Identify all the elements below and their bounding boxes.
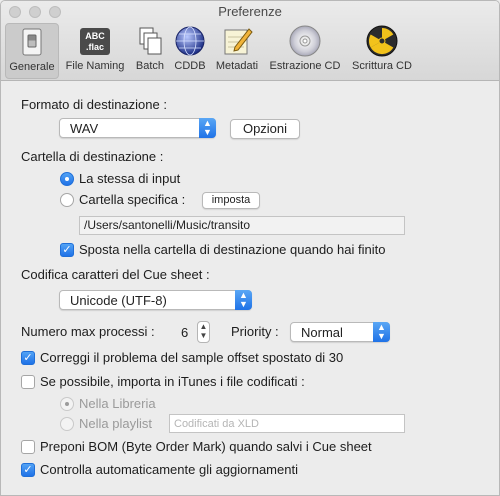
set-folder-button[interactable]: imposta [202, 192, 260, 209]
tab-label: Scrittura CD [352, 60, 412, 72]
output-format-value: WAV [70, 121, 99, 136]
radio-same-as-input[interactable] [60, 172, 74, 186]
auto-update-label: Controlla automaticamente gli aggiorname… [40, 462, 298, 477]
notepad-pencil-icon [221, 25, 253, 57]
playlist-name-field[interactable]: Codificati da XLD [169, 414, 405, 433]
tab-label: Estrazione CD [269, 60, 341, 72]
radio-same-label: La stessa di input [79, 171, 181, 186]
priority-value: Normal [301, 325, 343, 340]
abc-text: ABC [85, 31, 105, 41]
fix-offset-label: Correggi il problema del sample offset s… [40, 350, 344, 365]
priority-popup[interactable]: Normal ▲ ▼ [290, 322, 390, 342]
cd-icon [289, 25, 321, 57]
max-processes-label: Numero max processi : [21, 324, 155, 339]
tab-batch[interactable]: Batch [132, 23, 168, 79]
radio-in-playlist-label: Nella playlist [79, 416, 152, 431]
chevron-updown-icon: ▲ ▼ [235, 290, 252, 310]
switch-icon [16, 26, 48, 58]
documents-icon [134, 25, 166, 57]
globe-icon [174, 25, 206, 57]
tab-estrazione-cd[interactable]: Estrazione CD [265, 23, 345, 79]
chevron-updown-icon: ▲ ▼ [373, 322, 390, 342]
max-processes-stepper[interactable]: ▲ ▼ [197, 321, 210, 343]
output-format-label: Formato di destinazione : [21, 97, 167, 112]
window-title: Preferenze [218, 4, 282, 19]
tab-label: CDDB [174, 60, 206, 72]
tab-label: Batch [135, 60, 165, 72]
radio-in-playlist[interactable] [60, 417, 74, 431]
tab-generale[interactable]: Generale [5, 23, 59, 79]
destination-path-field: /Users/santonelli/Music/transito [79, 216, 405, 235]
radio-in-library[interactable] [60, 397, 74, 411]
cue-encoding-popup[interactable]: Unicode (UTF-8) ▲ ▼ [59, 290, 252, 310]
tab-label: File Naming [65, 60, 125, 72]
auto-update-checkbox[interactable]: ✓ [21, 463, 35, 477]
radio-in-library-label: Nella Libreria [79, 396, 156, 411]
chevron-updown-icon: ▲ ▼ [199, 118, 216, 138]
import-itunes-checkbox[interactable] [21, 375, 35, 389]
fix-offset-checkbox[interactable]: ✓ [21, 351, 35, 365]
options-button[interactable]: Opzioni [230, 119, 300, 139]
move-to-destination-label: Sposta nella cartella di destinazione qu… [79, 242, 386, 257]
burn-icon [366, 25, 398, 57]
tab-scrittura-cd[interactable]: Scrittura CD [347, 23, 417, 79]
tab-label: Generale [9, 61, 55, 73]
priority-label: Priority : [231, 324, 279, 339]
bom-label: Preponi BOM (Byte Order Mark) quando sal… [40, 439, 372, 454]
bom-checkbox[interactable] [21, 440, 35, 454]
titlebar: Preferenze Generale ABC .flac File Namin… [1, 1, 499, 81]
tab-cddb[interactable]: CDDB [172, 23, 208, 79]
tab-file-naming[interactable]: ABC .flac File Naming [62, 23, 128, 79]
flac-text: .flac [86, 42, 104, 52]
preferences-window: Preferenze Generale ABC .flac File Namin… [0, 0, 500, 496]
tab-label: Metadati [215, 60, 259, 72]
move-to-destination-checkbox[interactable]: ✓ [60, 243, 74, 257]
cue-encoding-value: Unicode (UTF-8) [70, 293, 167, 308]
output-format-popup[interactable]: WAV ▲ ▼ [59, 118, 216, 138]
abc-flac-icon: ABC .flac [79, 25, 111, 57]
tab-metadati[interactable]: Metadati [212, 23, 262, 79]
cue-encoding-label: Codifica caratteri del Cue sheet : [21, 267, 210, 282]
radio-specific-folder[interactable] [60, 193, 74, 207]
playlist-placeholder: Codificati da XLD [174, 418, 259, 430]
destination-label: Cartella di destinazione : [21, 149, 164, 164]
radio-specific-label: Cartella specifica : [79, 192, 186, 207]
max-processes-value: 6 [181, 325, 189, 340]
import-itunes-label: Se possibile, importa in iTunes i file c… [40, 374, 305, 389]
